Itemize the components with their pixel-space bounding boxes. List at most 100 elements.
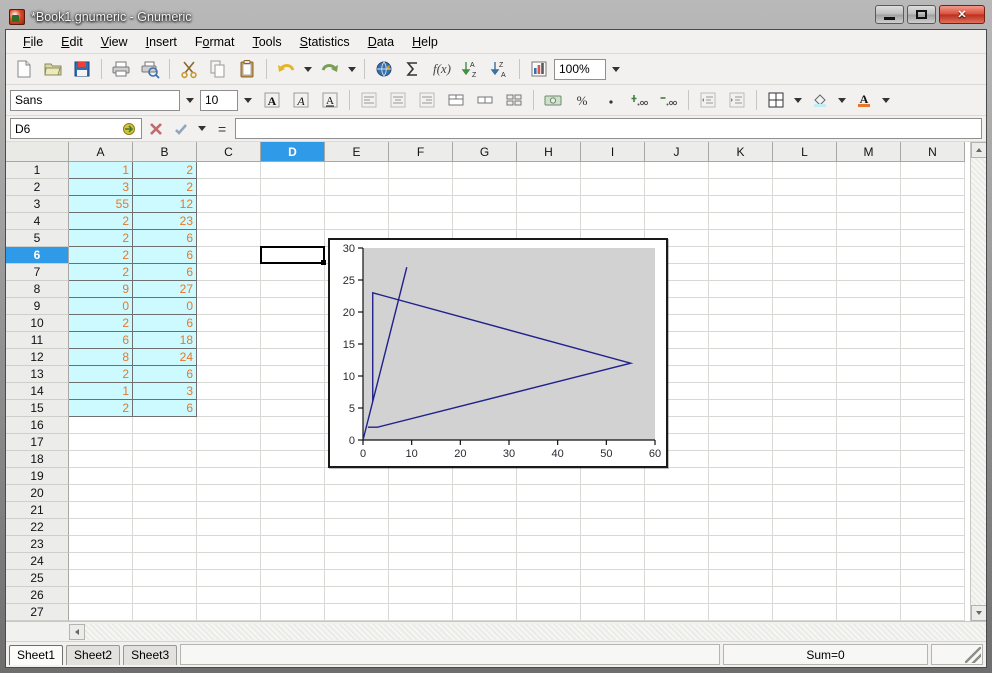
cell-G2[interactable] [453,179,517,196]
cell-L8[interactable] [773,281,837,298]
cell-E19[interactable] [325,468,389,485]
cell-M16[interactable] [837,417,901,434]
row-header-20[interactable]: 20 [6,485,69,502]
cell-M5[interactable] [837,230,901,247]
cell-G24[interactable] [453,553,517,570]
menu-file[interactable]: File [14,32,52,52]
cell-E3[interactable] [325,196,389,213]
cell-B25[interactable] [133,570,197,587]
cell-N4[interactable] [901,213,965,230]
cell-N26[interactable] [901,587,965,604]
align-center-icon[interactable] [384,87,412,113]
cell-K23[interactable] [709,536,773,553]
formula-input[interactable] [235,118,982,139]
row-header-13[interactable]: 13 [6,366,69,383]
cell-I2[interactable] [581,179,645,196]
column-header-h[interactable]: H [517,142,581,162]
accept-check-icon[interactable] [170,118,192,140]
cell-B19[interactable] [133,468,197,485]
cell-N22[interactable] [901,519,965,536]
cell-E4[interactable] [325,213,389,230]
italic-icon[interactable]: A [287,87,315,113]
cell-E21[interactable] [325,502,389,519]
cell-J26[interactable] [645,587,709,604]
increase-decimals-icon[interactable] [626,87,654,113]
cell-N25[interactable] [901,570,965,587]
cell-M7[interactable] [837,264,901,281]
formula-guru-dropdown-arrow[interactable] [195,116,209,142]
cell-A4[interactable]: 2 [69,213,133,230]
cell-L21[interactable] [773,502,837,519]
cell-D1[interactable] [261,162,325,179]
font-name-combo[interactable]: Sans [10,89,180,111]
cell-G19[interactable] [453,468,517,485]
cell-B2[interactable]: 2 [133,179,197,196]
cell-C18[interactable] [197,451,261,468]
cell-C17[interactable] [197,434,261,451]
cell-B12[interactable]: 24 [133,349,197,366]
cell-C1[interactable] [197,162,261,179]
menu-edit[interactable]: Edit [52,32,92,52]
cell-M20[interactable] [837,485,901,502]
scroll-left-arrow[interactable] [69,623,85,640]
borders-dropdown-arrow[interactable] [791,87,805,113]
column-header-j[interactable]: J [645,142,709,162]
save-floppy-icon[interactable] [68,56,96,82]
cell-K25[interactable] [709,570,773,587]
cell-K4[interactable] [709,213,773,230]
cell-M26[interactable] [837,587,901,604]
cell-L27[interactable] [773,604,837,621]
cell-D7[interactable] [261,264,325,281]
cell-L1[interactable] [773,162,837,179]
cell-B20[interactable] [133,485,197,502]
cell-I27[interactable] [581,604,645,621]
row-header-16[interactable]: 16 [6,417,69,434]
cell-G3[interactable] [453,196,517,213]
cell-M1[interactable] [837,162,901,179]
cell-N13[interactable] [901,366,965,383]
cell-D17[interactable] [261,434,325,451]
menu-insert[interactable]: Insert [137,32,186,52]
cell-J20[interactable] [645,485,709,502]
menu-tools[interactable]: Tools [243,32,290,52]
cell-L9[interactable] [773,298,837,315]
cell-C24[interactable] [197,553,261,570]
cell-B16[interactable] [133,417,197,434]
cell-H26[interactable] [517,587,581,604]
cell-D25[interactable] [261,570,325,587]
currency-format-icon[interactable] [539,87,567,113]
cell-B14[interactable]: 3 [133,383,197,400]
column-header-l[interactable]: L [773,142,837,162]
print-icon[interactable] [107,56,135,82]
row-header-12[interactable]: 12 [6,349,69,366]
cell-D23[interactable] [261,536,325,553]
undo-icon[interactable] [272,56,300,82]
row-header-25[interactable]: 25 [6,570,69,587]
cell-F23[interactable] [389,536,453,553]
column-header-f[interactable]: F [389,142,453,162]
cell-D24[interactable] [261,553,325,570]
resize-grip-icon[interactable] [965,647,981,663]
cell-L12[interactable] [773,349,837,366]
font-name-dropdown-arrow[interactable] [181,90,199,111]
cell-D16[interactable] [261,417,325,434]
cell-L18[interactable] [773,451,837,468]
cell-J3[interactable] [645,196,709,213]
cell-K22[interactable] [709,519,773,536]
background-color-icon[interactable] [806,87,834,113]
cell-J24[interactable] [645,553,709,570]
cell-I3[interactable] [581,196,645,213]
maximize-button[interactable] [907,5,936,24]
cell-J22[interactable] [645,519,709,536]
cell-L15[interactable] [773,400,837,417]
cell-M24[interactable] [837,553,901,570]
cell-A21[interactable] [69,502,133,519]
cell-J27[interactable] [645,604,709,621]
cell-C7[interactable] [197,264,261,281]
cell-G23[interactable] [453,536,517,553]
cell-L25[interactable] [773,570,837,587]
cell-G4[interactable] [453,213,517,230]
cell-H4[interactable] [517,213,581,230]
cell-H24[interactable] [517,553,581,570]
cell-D20[interactable] [261,485,325,502]
